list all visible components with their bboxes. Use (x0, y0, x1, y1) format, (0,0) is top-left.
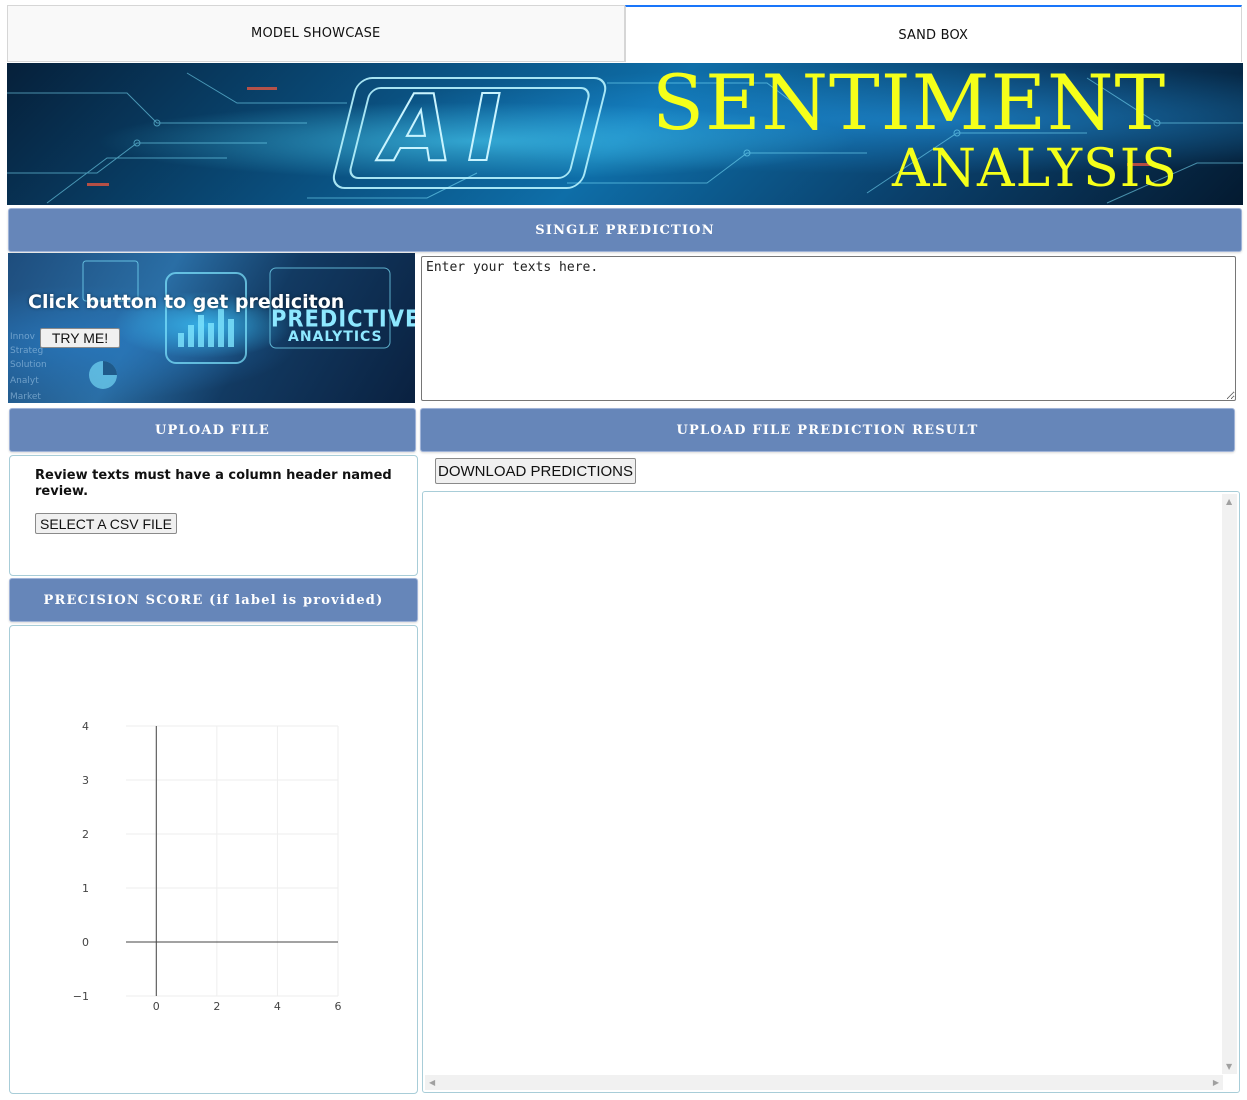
prediction-result-header[interactable]: UPLOAD FILE PREDICTION RESULT (420, 408, 1235, 452)
download-predictions-button[interactable]: DOWNLOAD PREDICTIONS (435, 458, 636, 484)
scroll-left-icon[interactable]: ◀ (429, 1078, 435, 1087)
banner-subtitle: ANALYSIS (892, 139, 1178, 199)
upload-instructions: Review texts must have a column header n… (35, 468, 392, 499)
x-tick-label: 0 (153, 1000, 160, 1013)
x-tick-label: 4 (274, 1000, 281, 1013)
scroll-down-icon[interactable]: ▼ (1226, 1062, 1232, 1071)
svg-text:Strateg: Strateg (10, 346, 43, 356)
review-text-input[interactable] (421, 256, 1236, 401)
scroll-up-icon[interactable]: ▲ (1226, 497, 1232, 506)
svg-text:Innov: Innov (10, 332, 36, 342)
tab-bar: MODEL SHOWCASE SAND BOX (7, 5, 1242, 62)
precision-chart-svg: −1 0 1 2 3 4 0 2 4 6 (73, 720, 342, 1013)
hero-banner: AI SENTIMENT ANALYSIS (7, 63, 1243, 205)
horizontal-scrollbar[interactable]: ◀ ▶ (425, 1075, 1223, 1090)
x-tick-label: 6 (335, 1000, 342, 1013)
y-tick-label: −1 (73, 990, 89, 1003)
try-me-button[interactable]: TRY ME! (40, 328, 120, 348)
prediction-cta-text: Click button to get prediciton (28, 291, 345, 313)
single-prediction-header[interactable]: SINGLE PREDICTION (8, 208, 1242, 252)
y-tick-label: 4 (82, 720, 89, 733)
results-table[interactable]: ▲ ▼ ◀ ▶ (422, 491, 1240, 1093)
upload-file-header[interactable]: UPLOAD FILE (9, 408, 416, 452)
precision-chart: −1 0 1 2 3 4 0 2 4 6 (9, 625, 418, 1094)
tab-model-showcase[interactable]: MODEL SHOWCASE (7, 5, 625, 62)
scroll-right-icon[interactable]: ▶ (1213, 1078, 1219, 1087)
svg-text:Market: Market (10, 392, 41, 402)
tab-sand-box[interactable]: SAND BOX (624, 5, 1242, 62)
analytics-label: ANALYTICS (288, 329, 383, 345)
x-tick-label: 2 (213, 1000, 220, 1013)
svg-text:Analyt: Analyt (10, 376, 39, 386)
precision-score-header[interactable]: PRECISION SCORE (if label is provided) (9, 578, 418, 622)
y-tick-label: 2 (82, 828, 89, 841)
y-tick-label: 3 (82, 774, 89, 787)
vertical-scrollbar[interactable]: ▲ ▼ (1222, 494, 1237, 1074)
y-tick-label: 1 (82, 882, 89, 895)
y-tick-label: 0 (82, 936, 89, 949)
ai-emblem: AI (381, 75, 516, 182)
banner-title: SENTIMENT (652, 63, 1167, 147)
select-csv-button[interactable]: SELECT A CSV FILE (35, 513, 177, 534)
svg-text:Solution: Solution (10, 360, 47, 370)
